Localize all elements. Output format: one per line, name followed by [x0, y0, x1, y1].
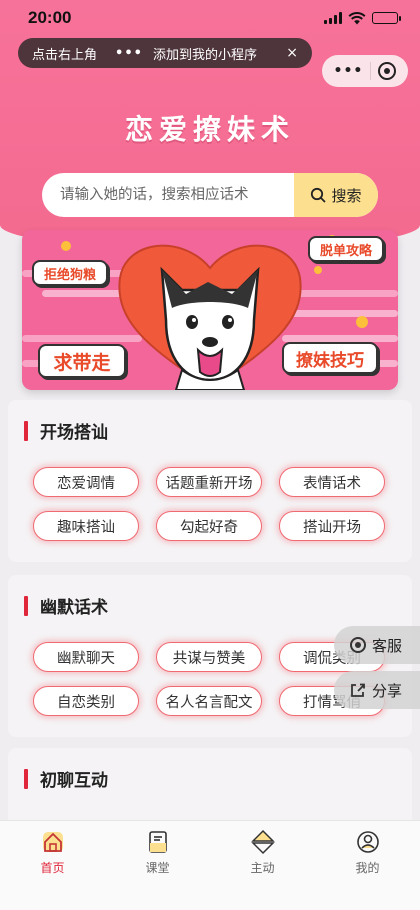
add-to-miniprogram-tip: 点击右上角 ••• 添加到我的小程序 × [18, 38, 312, 68]
share-button[interactable]: 分享 [334, 671, 420, 709]
status-time: 20:00 [28, 8, 72, 27]
promo-banner[interactable]: 拒绝狗粮 脱单攻略 求带走 撩妹技巧 [22, 230, 398, 390]
tag-button[interactable]: 共谋与赞美 [156, 642, 262, 672]
section-title-text: 幽默话术 [40, 598, 108, 618]
capsule-menu: ••• [322, 55, 408, 87]
headset-icon [350, 637, 366, 653]
tab-label: 主动 [250, 861, 275, 875]
tag-button[interactable]: 恋爱调情 [33, 467, 139, 497]
tag-button[interactable]: 幽默聊天 [33, 642, 139, 672]
section-title: 幽默话术 [24, 593, 108, 618]
search-input[interactable] [42, 173, 294, 217]
section-accent-bar [24, 420, 28, 441]
tip-close-button[interactable]: × [286, 45, 298, 61]
tag-button[interactable]: 表情话术 [279, 467, 385, 497]
section-title-text: 开场搭讪 [40, 423, 108, 443]
close-miniprogram-button[interactable] [378, 62, 397, 80]
capsule-divider [370, 62, 372, 80]
profile-icon [355, 829, 381, 855]
banner-bubble-top-left: 拒绝狗粮 [32, 260, 108, 286]
tip-dots-icon: ••• [115, 45, 143, 61]
signal-icon [324, 12, 342, 24]
banner-bubble-top-right: 脱单攻略 [308, 236, 384, 262]
book-icon [145, 829, 171, 855]
search-button[interactable]: 搜索 [294, 173, 378, 217]
initiative-icon [250, 829, 276, 855]
banner-bubble-bottom-left: 求带走 [38, 344, 126, 378]
more-menu-button[interactable]: ••• [334, 63, 364, 79]
section-title: 初聊互动 [24, 766, 108, 791]
tab-home[interactable]: 首页 [0, 821, 105, 910]
tag-button[interactable]: 自恋类别 [33, 686, 139, 716]
section-opening: 开场搭讪 恋爱调情 话题重新开场 表情话术 趣味搭讪 勾起好奇 搭讪开场 [8, 400, 412, 562]
tag-button[interactable]: 话题重新开场 [156, 467, 262, 497]
page-title: 恋爱撩妹术 [124, 113, 295, 146]
home-icon [40, 829, 66, 855]
tag-button[interactable]: 趣味搭讪 [33, 511, 139, 541]
tab-profile[interactable]: 我的 [315, 821, 420, 910]
tag-button[interactable]: 名人名言配文 [156, 686, 262, 716]
tab-label: 课堂 [145, 861, 170, 875]
tag-button[interactable]: 搭讪开场 [279, 511, 385, 541]
section-title-text: 初聊互动 [40, 771, 108, 791]
tab-classroom[interactable]: 课堂 [105, 821, 210, 910]
tab-label: 我的 [355, 861, 380, 875]
tip-right-text: 添加到我的小程序 [152, 47, 257, 63]
customer-service-button[interactable]: 客服 [334, 626, 420, 664]
tab-label: 首页 [40, 861, 65, 875]
battery-icon [372, 12, 401, 24]
tag-button[interactable]: 勾起好奇 [156, 511, 262, 541]
customer-service-label: 客服 [372, 636, 403, 655]
search-button-label: 搜索 [331, 186, 362, 205]
bottom-tab-bar: 首页 课堂 主动 我的 [0, 820, 420, 910]
section-title: 开场搭讪 [24, 418, 108, 443]
share-icon [351, 683, 365, 697]
section-accent-bar [24, 595, 28, 616]
banner-bubble-bottom-right: 撩妹技巧 [282, 342, 378, 374]
search-bar: 搜索 [42, 173, 378, 217]
status-icons [324, 11, 401, 25]
status-bar: 20:00 [0, 0, 420, 36]
tip-left-text: 点击右上角 [32, 47, 98, 63]
search-icon [311, 187, 326, 203]
section-accent-bar [24, 768, 28, 789]
wifi-icon [348, 11, 366, 24]
tab-initiative[interactable]: 主动 [210, 821, 315, 910]
share-label: 分享 [372, 681, 403, 700]
